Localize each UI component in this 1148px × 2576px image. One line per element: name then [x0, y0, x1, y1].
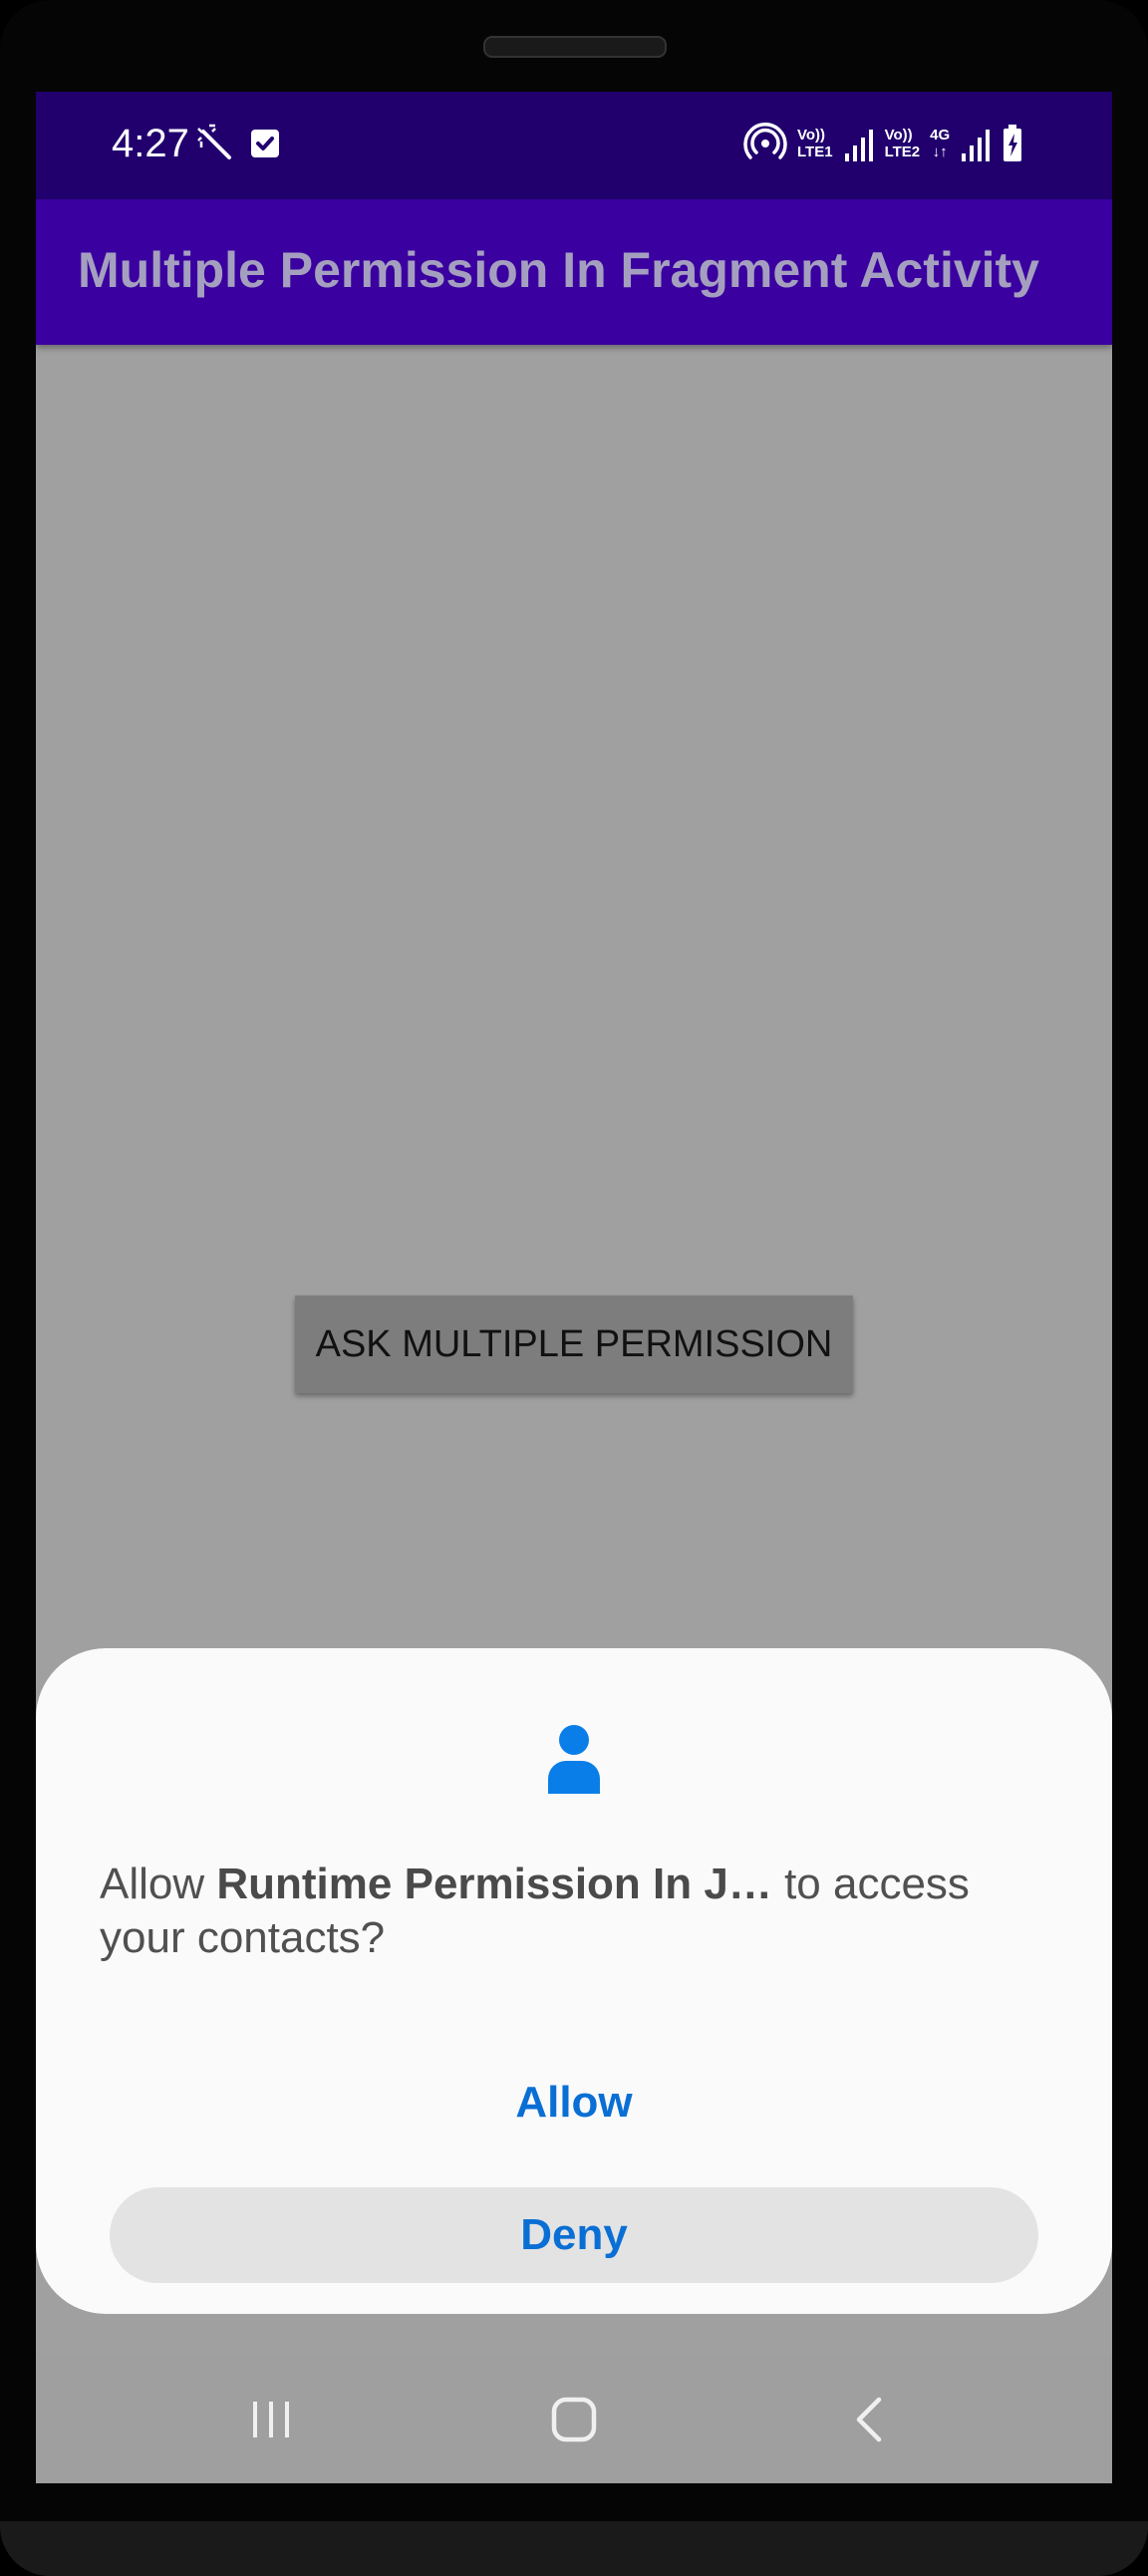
screen: 4:27 Vo)) LTE1 Vo)) LTE2 4G ↓↑ Multiple …: [36, 92, 1112, 2483]
home-icon[interactable]: [544, 2390, 604, 2449]
bottom-bezel: [0, 2521, 1148, 2576]
navigation-bar: [36, 2356, 1112, 2483]
ask-multiple-permission-button[interactable]: ASK MULTIPLE PERMISSION: [295, 1295, 853, 1393]
recent-apps-icon[interactable]: [241, 2390, 301, 2449]
deny-button[interactable]: Deny: [110, 2187, 1038, 2283]
hotspot-icon: [743, 123, 787, 159]
sim2-label: Vo)) LTE2: [885, 127, 921, 160]
sim1-lte-text: LTE1: [797, 143, 833, 160]
contact-person-icon: [548, 1725, 600, 1794]
status-right-icons: Vo)) LTE1 Vo)) LTE2 4G ↓↑: [743, 118, 1023, 169]
status-bar: 4:27 Vo)) LTE1 Vo)) LTE2 4G ↓↑: [36, 92, 1112, 199]
sim2-volte-text: Vo)): [884, 127, 913, 143]
status-time: 4:27: [112, 122, 189, 165]
magic-wand-icon: [197, 124, 231, 159]
speaker-grille: [483, 36, 667, 58]
signal-sim1-icon: [844, 130, 873, 161]
app-title: Multiple Permission In Fragment Activity: [78, 242, 1039, 298]
permission-dialog: Allow Runtime Permission In J… to access…: [36, 1648, 1112, 2314]
sim1-volte-text: Vo)): [797, 127, 826, 143]
app-bar: Multiple Permission In Fragment Activity: [36, 199, 1112, 345]
allow-button[interactable]: Allow: [145, 2055, 1003, 2150]
dialog-app-name: Runtime Permission In J…: [216, 1860, 772, 1908]
dialog-message: Allow Runtime Permission In J… to access…: [100, 1858, 1056, 1965]
dialog-message-prefix: Allow: [100, 1860, 217, 1908]
checkbox-icon: [251, 130, 279, 157]
signal-sim2-icon: [962, 130, 991, 161]
data-arrows-icon: ↓↑: [932, 143, 948, 160]
network-type-text: 4G: [930, 127, 951, 143]
battery-charging-icon: [1004, 125, 1022, 161]
phone-frame: 4:27 Vo)) LTE1 Vo)) LTE2 4G ↓↑ Multiple …: [0, 0, 1148, 2576]
sim1-label: Vo)) LTE1: [797, 127, 833, 160]
back-icon[interactable]: [841, 2390, 901, 2449]
network-type: 4G ↓↑: [930, 127, 950, 160]
sim2-lte-text: LTE2: [884, 143, 921, 160]
status-left-icons: [195, 122, 281, 165]
